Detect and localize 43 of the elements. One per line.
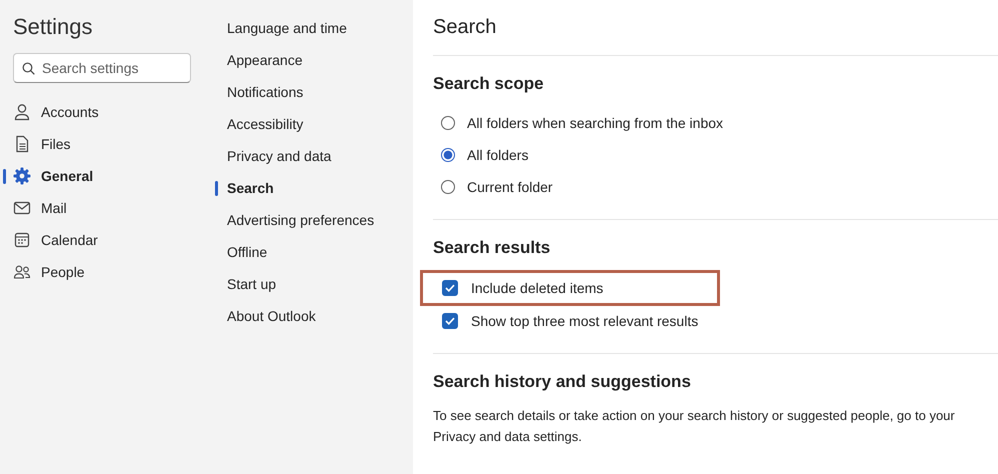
subnav-item[interactable]: About Outlook [227,300,413,332]
search-field[interactable]: Search settings [13,53,191,83]
nav-item[interactable]: Accounts [13,96,210,128]
subnav-item[interactable]: Advertising preferences [227,204,413,236]
radio-button[interactable] [441,180,455,194]
checkbox[interactable] [442,312,458,328]
search-icon [22,62,35,75]
checkmark-icon [445,316,455,324]
nav-item[interactable]: Calendar [13,224,210,256]
section-heading: Search scope [433,74,545,95]
subnav-item[interactable]: Offline [227,236,413,268]
option-label: All folders when searching from the inbox [467,115,724,131]
subnav-item[interactable]: Appearance [227,44,413,76]
people-icon [13,263,31,281]
radio-button[interactable] [441,148,455,162]
option-label: Show top three most relevant results [471,312,698,328]
option-label: All folders [467,147,528,163]
checkbox[interactable] [442,280,458,296]
subnav-item[interactable]: Notifications [227,76,413,108]
nav-item[interactable]: General [13,160,210,192]
subnav-item[interactable]: Search [227,172,413,204]
person-icon [13,103,31,121]
subnav-item[interactable]: Privacy and data [227,140,413,172]
option-label: Include deleted items [471,280,604,296]
gear-icon [13,167,31,185]
nav-item[interactable]: Mail [13,192,210,224]
nav-item[interactable]: People [13,256,210,288]
subnav-item[interactable]: Accessibility [227,108,413,140]
selection-indicator [215,181,218,196]
section-heading: Search history and suggestions [433,372,692,393]
subnav-item[interactable]: Language and time [227,12,413,44]
section-heading: Search results [433,238,552,259]
description-text: To see search details or take action on your search history or suggested people, go to your Privacy and data settings. [433,407,956,446]
page-title: Search [433,12,998,56]
mail-icon [13,199,31,217]
subnav-item[interactable]: Start up [227,268,413,300]
checkmark-icon [445,284,455,292]
calendar-icon [13,231,31,249]
option-label: Current folder [467,179,553,195]
nav-item[interactable]: Files [13,128,210,160]
settings-title: Settings [13,13,94,41]
selection-indicator [3,169,6,184]
radio-button[interactable] [441,116,455,130]
